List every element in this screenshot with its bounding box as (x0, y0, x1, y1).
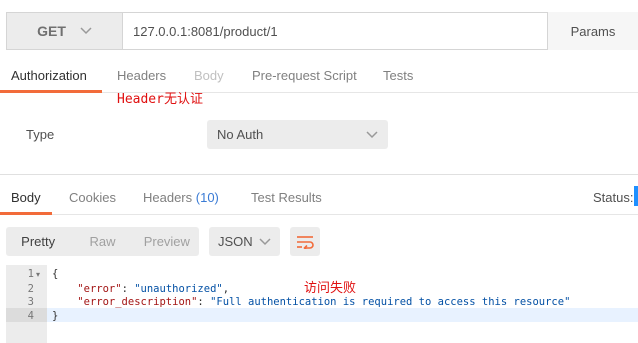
tab-body[interactable]: Body (194, 68, 224, 83)
auth-type-label: Type (26, 127, 55, 142)
method-dropdown[interactable]: GET (6, 12, 123, 50)
url-input[interactable]: 127.0.0.1:8081/product/1 (133, 12, 278, 50)
auth-type-dropdown[interactable]: No Auth (207, 120, 388, 149)
tab-authorization[interactable]: Authorization (11, 68, 87, 83)
preview-button[interactable]: Preview (135, 227, 199, 256)
section-divider (0, 174, 638, 175)
active-response-tab-indicator (0, 212, 52, 215)
tab-headers[interactable]: Headers (117, 68, 166, 83)
json-value-error-description: "Full authentication is required to acce… (210, 296, 571, 308)
raw-button[interactable]: Raw (70, 227, 134, 256)
chevron-down-icon (80, 27, 92, 35)
code-line-4: } (52, 310, 58, 322)
response-status: Status: 4 (593, 190, 638, 205)
open-brace: { (52, 268, 59, 280)
tab-tests[interactable]: Tests (383, 68, 413, 83)
wrap-lines-button[interactable] (290, 227, 320, 256)
tab-pre-request-script[interactable]: Pre-request Script (252, 68, 357, 83)
response-tab-headers-label: Headers (143, 190, 193, 205)
method-label: GET (37, 23, 66, 39)
json-value-error: "unauthorized" (134, 283, 223, 295)
fold-arrow-icon[interactable]: ▾ (36, 270, 40, 279)
wrap-lines-icon (297, 235, 314, 249)
active-tab-indicator (0, 90, 102, 93)
status-edge-marker (634, 186, 638, 206)
format-value: JSON (218, 234, 253, 249)
json-key-error-description: "error_description" (77, 296, 198, 308)
close-brace: } (52, 310, 59, 322)
chevron-down-icon (259, 237, 271, 245)
response-tab-headers[interactable]: Headers (10) (143, 190, 219, 205)
code-line-2: "error": "unauthorized", (77, 283, 230, 295)
format-dropdown[interactable]: JSON (209, 227, 280, 256)
response-tab-cookies[interactable]: Cookies (69, 190, 116, 205)
view-mode-group: Pretty Raw Preview (6, 227, 199, 256)
response-tab-test-results[interactable]: Test Results (251, 190, 322, 205)
response-tabs-divider (0, 214, 638, 215)
headers-count-badge: (10) (195, 190, 219, 205)
params-button[interactable]: Params (547, 12, 638, 50)
code-line-3: "error_description": "Full authenticatio… (77, 296, 571, 308)
response-annotation: 访问失败 (304, 281, 357, 296)
line-number: 2 (27, 283, 34, 295)
code-line-1: { (52, 268, 58, 280)
active-line-highlight (47, 308, 638, 322)
header-annotation: Header无认证 (117, 92, 203, 107)
pretty-button[interactable]: Pretty (6, 227, 70, 256)
line-number: 4 (27, 310, 34, 322)
chevron-down-icon (366, 130, 378, 138)
json-key-error: "error" (77, 283, 122, 295)
line-number: 1 (27, 268, 34, 280)
auth-type-value: No Auth (217, 127, 264, 142)
response-tab-body[interactable]: Body (11, 190, 41, 205)
line-number: 3 (27, 296, 34, 308)
